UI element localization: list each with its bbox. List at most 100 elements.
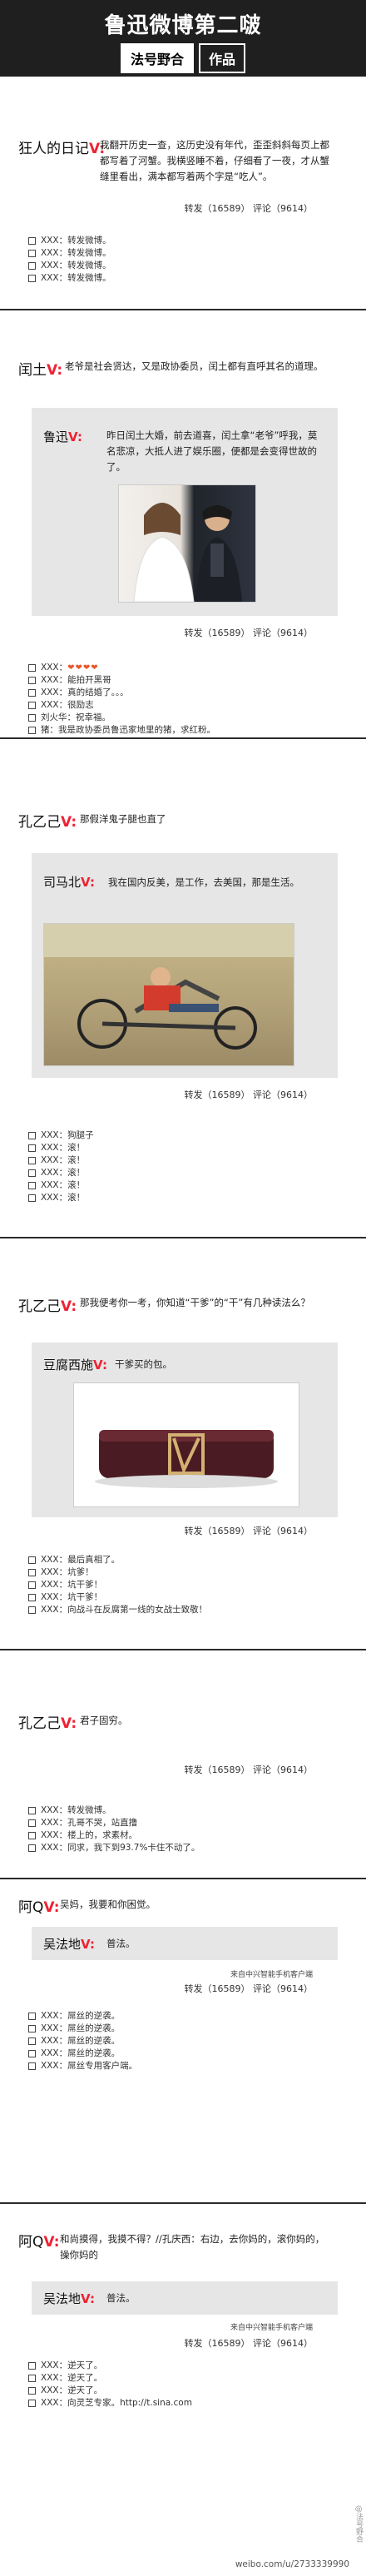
reply-item: XXX：转发微博。 [28,272,111,285]
post-text: 吴妈，我要和你困觉。 [60,1898,156,1910]
quote-author[interactable]: 吴法地V: [43,1935,95,1953]
reply-list: XXX：转发微博。 XXX：孔哥不哭，站直撸 XXX：楼上的，求素材。 XXX：… [28,1804,200,1854]
quoted-post: 豆腐西施V: 干爹买的包。 [32,1343,338,1517]
page-header: 鲁迅微博第二啵 法号野合 作品 [0,0,366,77]
reply-item: XXX：最后真相了。 [28,1554,207,1566]
reply-item: XXX：逆天了。 [28,2385,192,2397]
post-text: 我翻开历史一查，这历史没有年代，歪歪斜斜每页上都都写着了河蟹。我横竖睡不着，仔细… [100,139,329,182]
reply-item: XXX：同求，我下到93.7%卡住不动了。 [28,1842,200,1854]
reply-checkbox[interactable] [28,2050,36,2057]
post-source[interactable]: 来自中兴智能手机客户端 [230,1968,313,1979]
quote-text: 我在国内反美，是工作，去美国，那是生活。 [108,876,299,888]
quote-text: 昨日闰土大婚，前去道喜，闰土拿“老爷”呼我，莫名悲凉，大抵人进了娱乐圈，便都是会… [106,429,318,473]
reply-checkbox[interactable] [28,1832,36,1839]
reply-checkbox[interactable] [28,664,36,672]
post-stats[interactable]: 转发（16589） 评论（9614） [185,1524,313,1537]
reply-checkbox[interactable] [28,2013,36,2020]
divider [0,732,366,744]
reply-item: XXX：屌丝的逆袭。 [28,2047,137,2060]
reply-checkbox[interactable] [28,1606,36,1614]
reply-checkbox[interactable] [28,714,36,722]
reply-checkbox[interactable] [28,1594,36,1601]
divider [0,304,366,315]
reply-checkbox[interactable] [28,2025,36,2033]
reply-item: XXX：很励志 [28,699,215,712]
hearts-icon: ❤❤❤❤ [67,663,99,673]
post-author[interactable]: 孔乙己V: [18,1294,77,1315]
reply-item: XXX：转发微博。 [28,260,111,272]
quoted-post: 吴法地V: 普法。 [32,1927,338,1960]
reply-checkbox[interactable] [28,2037,36,2045]
post-stats[interactable]: 转发（16589） 评论（9614） [185,2336,313,2350]
reply-checkbox[interactable] [28,689,36,697]
reply-checkbox[interactable] [28,677,36,684]
reply-item: XXX：向灵芝专家。http://t.sina.com [28,2397,192,2410]
divider [0,1232,366,1243]
reply-list: XXX： ❤❤❤❤ XXX：能拍开黑哥 XXX：真的结婚了。。。 XXX：很励志 … [28,662,215,737]
reply-checkbox[interactable] [28,1807,36,1814]
author-name: 法号野合 [120,43,194,73]
reply-checkbox[interactable] [28,250,36,257]
reply-checkbox[interactable] [28,2375,36,2382]
quote-author[interactable]: 吴法地V: [43,2290,95,2307]
post-author[interactable]: 闰土V: [18,358,62,379]
reply-checkbox[interactable] [28,237,36,245]
quoted-post: 吴法地V: 普法。 [32,2281,338,2315]
reply-list: XXX：转发微博。 XXX：转发微博。 XXX：转发微博。 XXX：转发微博。 [28,235,111,285]
reply-list: XXX：屌丝的逆袭。 XXX：屌丝的逆袭。 XXX：屌丝的逆袭。 XXX：屌丝的… [28,2010,137,2072]
reply-checkbox[interactable] [28,1581,36,1589]
post-stats[interactable]: 转发（16589） 评论（9614） [185,1088,313,1101]
divider [0,2197,366,2209]
post-author[interactable]: 阿QV: [18,2230,60,2251]
post-stats[interactable]: 转发（16589） 评论（9614） [185,201,313,215]
reply-item: XXX：坑爹！ [28,1566,207,1579]
reply-item: XXX：滚！ [28,1192,94,1204]
divider [0,1644,366,1655]
bike-photo [43,923,294,1066]
reply-item: XXX：转发微博。 [28,235,111,247]
post-text: 那我便考你一考，你知道“干爹”的“干”有几种读法么？ [80,1297,310,1308]
reply-checkbox[interactable] [28,2400,36,2407]
reply-item: XXX：滚！ [28,1167,94,1179]
reply-checkbox[interactable] [28,2062,36,2070]
reply-checkbox[interactable] [28,1556,36,1564]
quote-author[interactable]: 司马北V: [43,873,95,891]
reply-item: 刘火华：祝幸福。 [28,712,215,724]
reply-checkbox[interactable] [28,1844,36,1852]
reply-checkbox[interactable] [28,1182,36,1189]
reply-item: XXX：楼上的，求素材。 [28,1829,200,1842]
handbag-photo [73,1382,299,1507]
reply-checkbox[interactable] [28,702,36,709]
reply-checkbox[interactable] [28,1144,36,1152]
reply-checkbox[interactable] [28,1819,36,1827]
reply-checkbox[interactable] [28,1132,36,1139]
post-author[interactable]: 阿QV: [18,1895,60,1916]
quote-author[interactable]: 豆腐西施V: [43,1356,107,1373]
reply-item: XXX：坑干爹！ [28,1579,207,1591]
post-stats[interactable]: 转发（16589） 评论（9614） [185,1763,313,1776]
post-source[interactable]: 来自中兴智能手机客户端 [230,2321,313,2332]
post-stats[interactable]: 转发（16589） 评论（9614） [185,1982,313,1995]
post-author[interactable]: 孔乙己V: [18,810,77,831]
reply-checkbox[interactable] [28,2387,36,2395]
post-stats[interactable]: 转发（16589） 评论（9614） [185,626,313,639]
reply-checkbox[interactable] [28,1194,36,1202]
reply-item: XXX：向战斗在反腐第一线的女战士致敬！ [28,1604,207,1616]
bike-photo-illustration [44,924,294,1050]
reply-list: XXX：逆天了。 XXX：逆天了。 XXX：逆天了。 XXX：向灵芝专家。htt… [28,2360,192,2410]
post-author[interactable]: 孔乙己V: [18,1711,77,1732]
reply-item: XXX：狗腿子 [28,1129,94,1142]
reply-item: XXX：逆天了。 [28,2372,192,2385]
reply-checkbox[interactable] [28,275,36,282]
divider [0,1873,366,1884]
reply-checkbox[interactable] [28,1569,36,1576]
reply-checkbox[interactable] [28,262,36,270]
quote-text: 干爹买的包。 [115,1358,172,1370]
reply-checkbox[interactable] [28,2362,36,2370]
reply-checkbox[interactable] [28,1157,36,1164]
quote-author[interactable]: 鲁迅V: [43,428,82,445]
footer-url[interactable]: weibo.com/u/2733339990 [235,2559,349,2569]
reply-checkbox[interactable] [28,1169,36,1177]
post-author[interactable]: 狂人的日记V: [18,136,105,157]
post-text: 老爷是社会贤达，又是政协委员，闰土都有直呼其名的道理。 [65,360,324,372]
